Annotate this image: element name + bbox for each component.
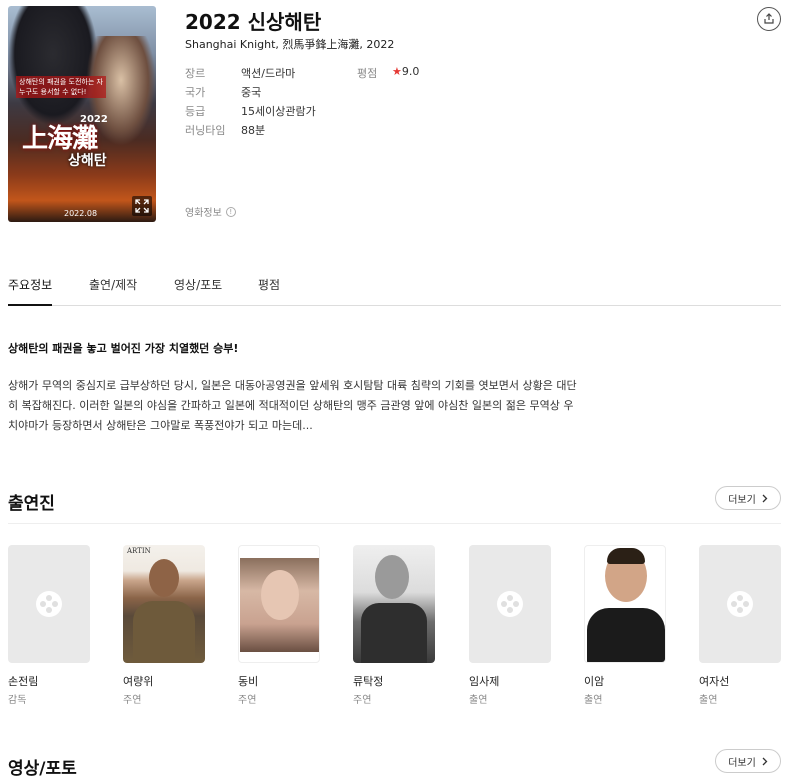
divider <box>8 523 781 524</box>
cast-name[interactable]: 여자선 <box>699 673 781 689</box>
cast-photo[interactable]: ARTIN <box>123 545 205 663</box>
cast-role: 주연 <box>123 695 142 706</box>
film-reel-icon <box>727 591 753 617</box>
chevron-right-icon <box>762 494 768 502</box>
movie-poster[interactable]: 상해탄의 패권을 도전하는 자 누구도 용서할 수 없다! 2022 上海灘 상… <box>8 6 156 222</box>
cast-role: 감독 <box>8 695 27 706</box>
cast-role: 출연 <box>699 695 718 706</box>
cast-photo-placeholder[interactable] <box>8 545 90 663</box>
expand-icon[interactable] <box>132 196 152 216</box>
runtime-value: 88분 <box>241 124 266 137</box>
media-section-title: 영상/포토 <box>8 759 77 776</box>
cast-role: 출연 <box>584 695 603 706</box>
rating-grade-label: 등급 <box>185 105 206 118</box>
cast-role: 출연 <box>469 695 488 706</box>
cast-item[interactable]: ARTIN 여량위 주연 <box>123 545 205 706</box>
cast-name[interactable]: 임사제 <box>469 673 551 689</box>
tab-reviews[interactable]: 평점 <box>258 276 280 306</box>
runtime-label: 러닝타임 <box>185 124 226 137</box>
cast-item[interactable]: 동비 주연 <box>238 545 320 706</box>
score-value: ★9.0 <box>392 65 420 78</box>
cast-item[interactable]: 이암 출연 <box>584 545 666 706</box>
share-icon <box>764 13 774 24</box>
cast-section-title: 출연진 <box>8 494 55 514</box>
cast-role: 주연 <box>353 695 372 706</box>
poster-figure-man <box>8 6 98 126</box>
tab-bar: 주요정보 출연/제작 영상/포토 평점 <box>8 270 781 306</box>
cast-photo-placeholder[interactable] <box>699 545 781 663</box>
genre-value: 액션/드라마 <box>241 67 296 80</box>
movie-info-link[interactable]: 영화정보 ! <box>185 204 236 219</box>
synopsis-headline: 상해탄의 패권을 놓고 벌어진 가장 치열했던 승부! <box>8 342 239 355</box>
cast-name[interactable]: 여량위 <box>123 673 205 689</box>
cast-item[interactable]: 손전림 감독 <box>8 545 90 706</box>
poster-date: 2022.08 <box>64 209 98 218</box>
film-reel-icon <box>36 591 62 617</box>
cast-name[interactable]: 류탁정 <box>353 673 435 689</box>
score-label: 평점 <box>357 67 378 80</box>
cast-item[interactable]: 임사제 출연 <box>469 545 551 706</box>
synopsis-body: 상해가 무역의 중심지로 급부상하던 당시, 일본은 대동아공영권을 앞세워 호… <box>8 379 577 432</box>
tab-main-info[interactable]: 주요정보 <box>8 276 53 306</box>
cast-photo[interactable] <box>238 545 320 663</box>
country-value: 중국 <box>241 86 262 99</box>
genre-label: 장르 <box>185 67 206 80</box>
cast-item[interactable]: 류탁정 주연 <box>353 545 435 706</box>
chevron-right-icon <box>762 757 768 765</box>
cast-photo[interactable] <box>353 545 435 663</box>
poster-title-korean: 상해탄 <box>68 153 107 169</box>
cast-name[interactable]: 손전림 <box>8 673 90 689</box>
rating-grade-value: 15세이상관람가 <box>241 105 316 118</box>
cast-role: 주연 <box>238 695 257 706</box>
country-label: 국가 <box>185 86 206 99</box>
tab-cast-crew[interactable]: 출연/제작 <box>89 276 137 306</box>
info-icon[interactable]: ! <box>225 206 236 217</box>
movie-title: 2022 신상해탄 <box>185 10 322 34</box>
cast-name[interactable]: 동비 <box>238 673 320 689</box>
film-reel-icon <box>497 591 523 617</box>
cast-item[interactable]: 여자선 출연 <box>699 545 781 706</box>
media-more-button[interactable]: 더보기 <box>715 749 781 773</box>
cast-name[interactable]: 이암 <box>584 673 666 689</box>
cast-photo-placeholder[interactable] <box>469 545 551 663</box>
cast-photo[interactable] <box>584 545 666 663</box>
poster-tagline: 상해탄의 패권을 도전하는 자 누구도 용서할 수 없다! <box>16 76 106 98</box>
movie-subtitle: Shanghai Knight, 烈馬爭鋒上海灘, 2022 <box>185 38 395 51</box>
tab-media-photo[interactable]: 영상/포토 <box>174 276 222 306</box>
star-icon: ★ <box>392 65 402 78</box>
cast-more-button[interactable]: 더보기 <box>715 486 781 510</box>
share-button[interactable] <box>757 7 781 31</box>
